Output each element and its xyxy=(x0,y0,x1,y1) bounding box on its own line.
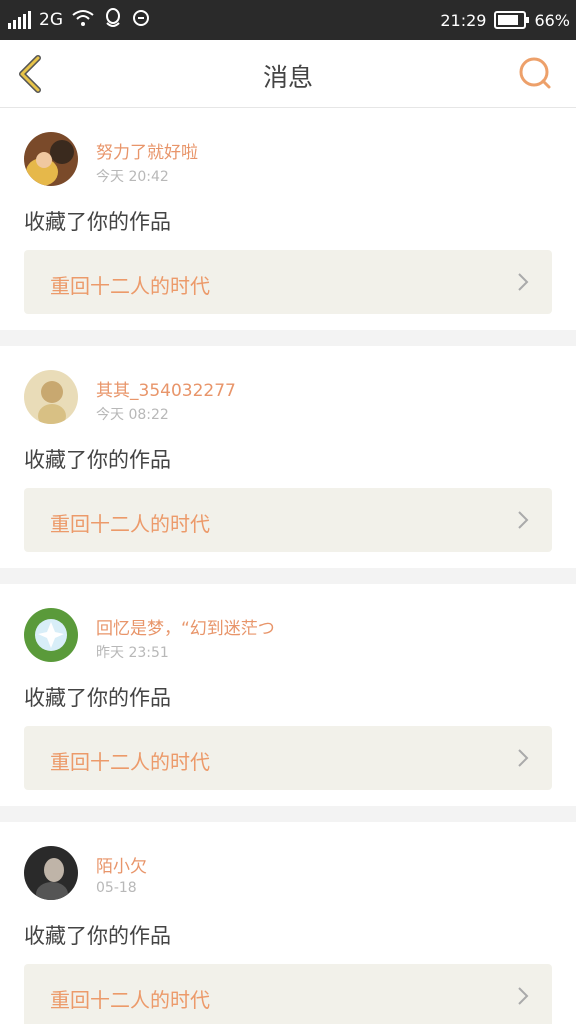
avatar[interactable] xyxy=(24,846,78,900)
battery-icon xyxy=(494,11,530,29)
work-link[interactable]: 重回十二人的时代 xyxy=(24,488,552,552)
qq-icon xyxy=(103,7,123,34)
status-left: 2G xyxy=(8,7,151,34)
page-title: 消息 xyxy=(262,63,313,92)
action-text: 收藏了你的作品 xyxy=(24,448,171,472)
username[interactable]: 回忆是梦，“幻到迷茫つ xyxy=(96,614,275,639)
chevron-right-icon xyxy=(518,749,529,767)
username[interactable]: 努力了就好啦 xyxy=(96,138,198,163)
avatar[interactable] xyxy=(24,132,78,186)
work-link[interactable]: 重回十二人的时代 xyxy=(24,726,552,790)
username[interactable]: 陌小欠 xyxy=(96,852,147,877)
message-card: 努力了就好啦 今天 20:42 收藏了你的作品 重回十二人的时代 xyxy=(0,108,576,330)
avatar[interactable] xyxy=(24,608,78,662)
chevron-right-icon xyxy=(518,273,529,291)
username[interactable]: 其其_354032277 xyxy=(96,376,236,401)
signal-icon xyxy=(8,11,31,29)
sync-icon xyxy=(131,8,151,33)
message-card: 其其_354032277 今天 08:22 收藏了你的作品 重回十二人的时代 xyxy=(0,346,576,568)
work-title: 重回十二人的时代 xyxy=(50,750,210,774)
message-time: 昨天 23:51 xyxy=(96,645,169,661)
work-link[interactable]: 重回十二人的时代 xyxy=(24,250,552,314)
action-text: 收藏了你的作品 xyxy=(24,210,171,234)
network-type: 2G xyxy=(39,10,63,30)
message-card: 回忆是梦，“幻到迷茫つ 昨天 23:51 收藏了你的作品 重回十二人的时代 xyxy=(0,584,576,806)
action-text: 收藏了你的作品 xyxy=(24,686,171,710)
search-button[interactable] xyxy=(516,54,556,94)
chevron-right-icon xyxy=(518,987,529,1005)
battery-percent: 66% xyxy=(534,10,570,30)
action-text: 收藏了你的作品 xyxy=(24,924,171,948)
nav-bar: 消息 xyxy=(0,40,576,108)
chevron-right-icon xyxy=(518,511,529,529)
work-title: 重回十二人的时代 xyxy=(50,274,210,298)
work-title: 重回十二人的时代 xyxy=(50,512,210,536)
work-title: 重回十二人的时代 xyxy=(50,988,210,1012)
search-icon xyxy=(519,57,551,89)
work-link[interactable]: 重回十二人的时代 xyxy=(24,964,552,1024)
wifi-icon xyxy=(71,9,95,32)
message-time: 今天 08:22 xyxy=(96,407,169,423)
message-card: 陌小欠 05-18 收藏了你的作品 重回十二人的时代 xyxy=(0,822,576,1024)
status-right: 21:29 66% xyxy=(440,8,570,32)
status-bar: 2G 21:29 66% xyxy=(0,0,576,40)
message-time: 05-18 xyxy=(96,880,137,896)
message-time: 今天 20:42 xyxy=(96,169,169,185)
message-list: 努力了就好啦 今天 20:42 收藏了你的作品 重回十二人的时代 其其_3540… xyxy=(0,108,576,1024)
avatar[interactable] xyxy=(24,370,78,424)
clock: 21:29 xyxy=(440,10,487,30)
